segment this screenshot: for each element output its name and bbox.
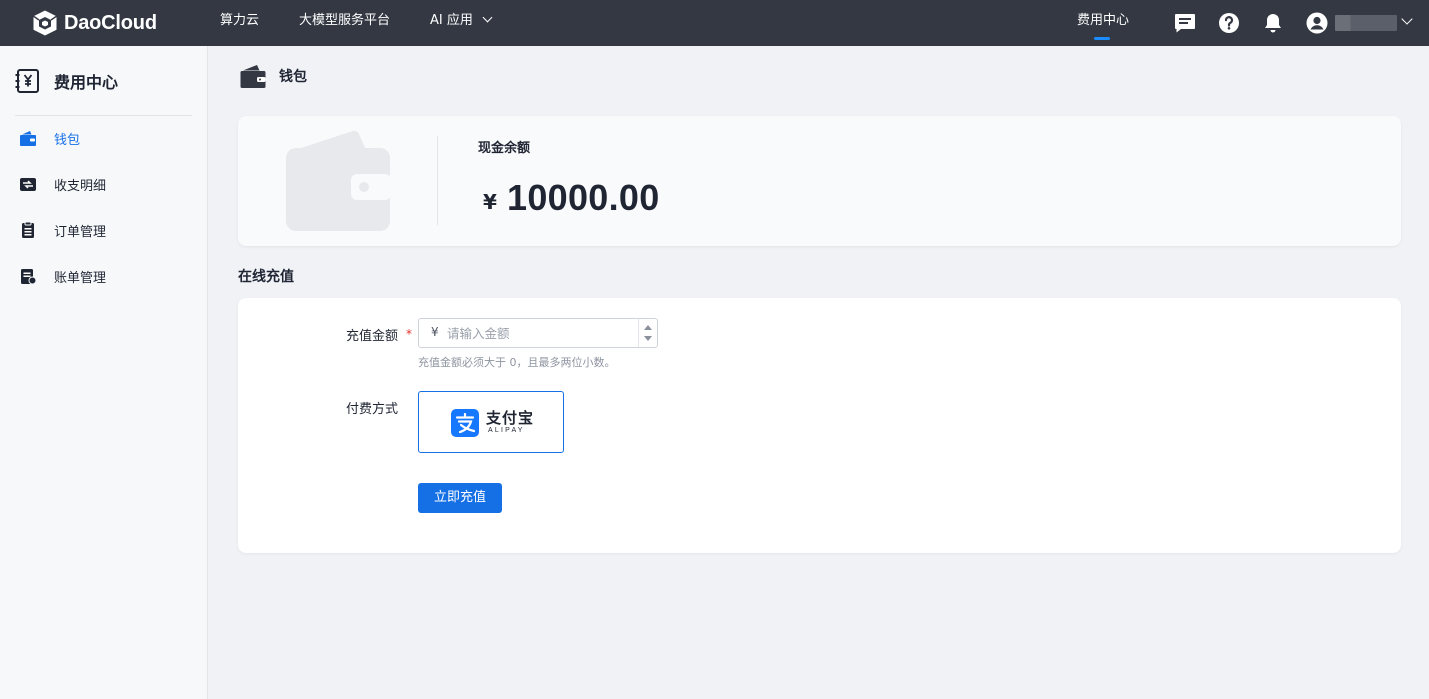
wallet-illustration-icon: [286, 130, 391, 231]
alipay-icon: [451, 409, 479, 437]
sidebar-item-label: 收支明细: [54, 178, 107, 194]
page-title: 钱包: [279, 69, 307, 85]
required-mark: *: [406, 327, 412, 341]
payment-option-alipay[interactable]: 支付宝 ALIPAY: [418, 391, 564, 453]
sidebar-item-wallet[interactable]: 钱包: [0, 118, 207, 158]
active-nav-indicator: [1094, 37, 1110, 40]
user-name-redacted[interactable]: [1335, 15, 1397, 31]
sidebar-item-label: 账单管理: [54, 270, 107, 286]
transactions-icon: [20, 178, 36, 191]
wallet-icon: [20, 131, 36, 146]
nav-item-compute-cloud[interactable]: 算力云: [220, 0, 259, 46]
page-header: 钱包: [240, 63, 307, 89]
recharge-form: 充值金额 * ¥ 充值金额必须大于 0，且最多两位小数。 付费方式 支付宝 AL…: [238, 298, 1401, 553]
wallet-icon: [240, 65, 266, 88]
bell-icon[interactable]: [1261, 11, 1285, 35]
chevron-down-icon[interactable]: [1401, 13, 1413, 25]
amount-label: 充值金额: [346, 329, 399, 344]
recharge-now-button[interactable]: 立即充值: [418, 483, 502, 513]
daocloud-logo-icon: [33, 10, 57, 36]
decrement-arrow-icon[interactable]: [644, 336, 652, 341]
amount-currency-symbol: ¥: [431, 325, 439, 339]
cash-balance-value: 10000.00: [507, 177, 660, 218]
online-recharge-title: 在线充值: [238, 269, 294, 285]
sidebar-title: 费用中心: [54, 73, 119, 92]
sidebar: 费用中心 钱包 收支明细 订单管理 账单管理: [0, 46, 208, 699]
sidebar-item-label: 钱包: [54, 132, 81, 148]
brand-logo[interactable]: DaoCloud: [31, 8, 157, 38]
user-avatar-icon[interactable]: [1305, 11, 1329, 35]
message-icon[interactable]: [1173, 11, 1197, 35]
amount-input[interactable]: [447, 323, 632, 343]
vertical-divider: [437, 136, 438, 225]
amount-stepper[interactable]: [638, 319, 657, 347]
sidebar-item-bills[interactable]: 账单管理: [0, 256, 207, 296]
top-navigation-bar: DaoCloud 算力云 大模型服务平台 AI 应用 费用中心: [0, 0, 1429, 46]
alipay-name-en: ALIPAY: [488, 427, 525, 434]
nav-item-llm-platform[interactable]: 大模型服务平台: [299, 0, 390, 46]
amount-input-wrapper[interactable]: ¥: [418, 318, 658, 348]
payment-method-label: 付费方式: [346, 402, 399, 417]
cash-balance-label: 现金余额: [478, 141, 531, 156]
sidebar-item-orders[interactable]: 订单管理: [0, 210, 207, 250]
order-icon: [22, 222, 34, 238]
bill-icon: [21, 269, 37, 284]
balance-card: 现金余额 ¥ 10000.00: [238, 116, 1401, 246]
help-icon[interactable]: [1217, 11, 1241, 35]
nav-item-ai-apps[interactable]: AI 应用: [430, 0, 493, 46]
sidebar-header: 费用中心: [15, 66, 118, 96]
brand-name: DaoCloud: [64, 11, 157, 34]
increment-arrow-icon[interactable]: [644, 325, 652, 330]
sidebar-divider: [15, 115, 192, 116]
amount-hint: 充值金额必须大于 0，且最多两位小数。: [418, 356, 616, 369]
sidebar-item-label: 订单管理: [54, 224, 107, 240]
balance-currency-symbol: ¥: [483, 190, 497, 214]
alipay-name-cn: 支付宝: [486, 409, 535, 427]
billing-center-icon: [15, 69, 39, 93]
sidebar-item-transactions[interactable]: 收支明细: [0, 164, 207, 204]
chevron-down-icon: [482, 12, 493, 23]
nav-item-ai-apps-label: AI 应用: [430, 13, 473, 28]
